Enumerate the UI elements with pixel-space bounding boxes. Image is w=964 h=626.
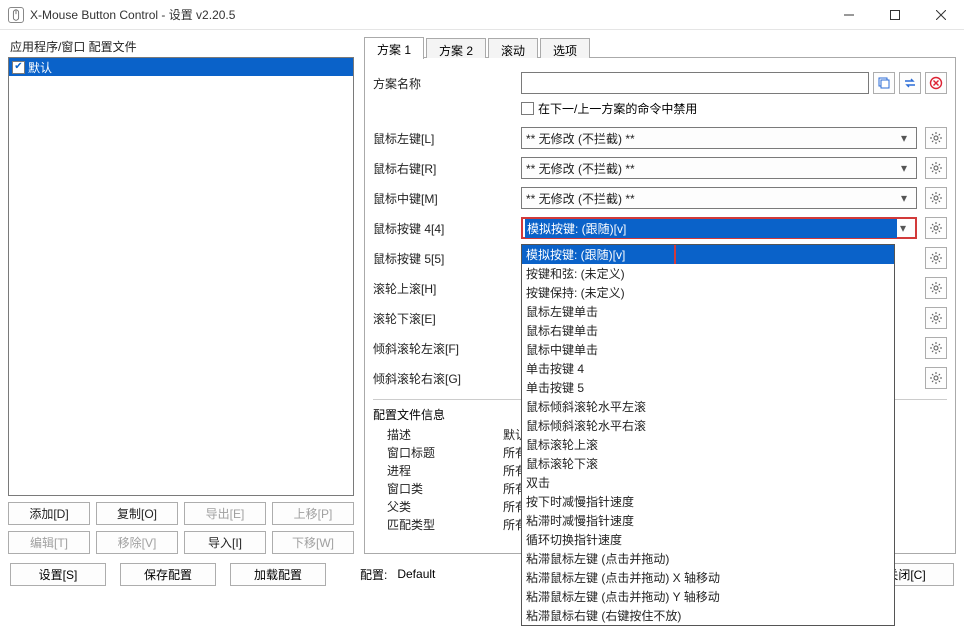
tab-body: 方案名称 在下一/上一方案的命令中禁用 鼠标左键[L] ** 无修改 (不拦截)… [364,58,956,554]
dropdown-option[interactable]: 单击按键 5 [522,378,894,397]
chevron-down-icon: ▾ [895,221,911,235]
dropdown-option[interactable]: 粘滞鼠标左键 (点击并拖动) [522,549,894,568]
close-button[interactable] [918,0,964,30]
tab-options[interactable]: 选项 [540,38,590,58]
dropdown-option[interactable]: 鼠标倾斜滚轮水平左滚 [522,397,894,416]
row-left: 鼠标左键[L] ** 无修改 (不拦截) **▾ [373,123,947,153]
tiltright-label: 倾斜滚轮右滚[G] [373,370,521,387]
left-label: 鼠标左键[L] [373,130,521,147]
app-icon [8,7,24,23]
disable-label: 在下一/上一方案的命令中禁用 [538,100,697,117]
config-value: Default [397,567,507,581]
row-middle: 鼠标中键[M] ** 无修改 (不拦截) **▾ [373,183,947,213]
dropdown-option[interactable]: 双击 [522,473,894,492]
edit-button[interactable]: 编辑[T] [8,531,90,554]
dropdown-option[interactable]: 循环切换指针速度 [522,530,894,549]
tiltleft-label: 倾斜滚轮左滚[F] [373,340,521,357]
main-area: 应用程序/窗口 配置文件 ✔ 默认 添加[D] 复制[O] 导出[E] 上移[P… [0,30,964,554]
btn4-dropdown-list[interactable]: 模拟按键: (跟随)[v] 按键和弦: (未定义) 按键保持: (未定义) 鼠标… [521,244,895,626]
copy-button[interactable]: 复制[O] [96,502,178,525]
profile-buttons: 添加[D] 复制[O] 导出[E] 上移[P] 编辑[T] 移除[V] 导入[I… [8,502,354,554]
dropdown-option[interactable]: 鼠标滚轮上滚 [522,435,894,454]
right-gear[interactable] [925,157,947,179]
tab-layer1[interactable]: 方案 1 [364,37,424,59]
config-label: 配置: [360,566,387,583]
dropdown-option[interactable]: 粘滞鼠标左键 (点击并拖动) Y 轴移动 [522,587,894,606]
dropdown-option[interactable]: 鼠标滚轮下滚 [522,454,894,473]
add-button[interactable]: 添加[D] [8,502,90,525]
dropdown-option[interactable]: 鼠标倾斜滚轮水平右滚 [522,416,894,435]
right-label: 鼠标右键[R] [373,160,521,177]
import-button[interactable]: 导入[I] [184,531,266,554]
chevron-down-icon: ▾ [896,161,912,175]
window-title: X-Mouse Button Control - 设置 v2.20.5 [30,6,826,23]
clear-button[interactable] [925,72,947,94]
left-panel: 应用程序/窗口 配置文件 ✔ 默认 添加[D] 复制[O] 导出[E] 上移[P… [8,36,354,554]
move-up-button[interactable]: 上移[P] [272,502,354,525]
disable-checkbox[interactable] [521,102,534,115]
dropdown-option[interactable]: 按下时减慢指针速度 [522,492,894,511]
profile-label: 默认 [28,59,52,76]
disable-checkbox-row: 在下一/上一方案的命令中禁用 [521,100,947,117]
dropdown-option[interactable]: 模拟按键: (跟随)[v] [522,245,894,264]
middle-dropdown[interactable]: ** 无修改 (不拦截) **▾ [521,187,917,209]
profile-item-default[interactable]: ✔ 默认 [9,58,353,76]
wheeldown-gear[interactable] [925,307,947,329]
left-gear[interactable] [925,127,947,149]
dropdown-option[interactable]: 鼠标中键单击 [522,340,894,359]
btn5-gear[interactable] [925,247,947,269]
dropdown-option[interactable]: 粘滞时减慢指针速度 [522,511,894,530]
remove-button[interactable]: 移除[V] [96,531,178,554]
wheelup-label: 滚轮上滚[H] [373,280,521,297]
row-name: 方案名称 [373,68,947,98]
dropdown-option[interactable]: 鼠标右键单击 [522,321,894,340]
btn4-dropdown[interactable]: 模拟按键: (跟随)[v]▾ [521,217,917,239]
profile-list[interactable]: ✔ 默认 [8,57,354,496]
tab-layer2[interactable]: 方案 2 [426,38,486,58]
maximize-button[interactable] [872,0,918,30]
profile-checkbox[interactable]: ✔ [12,61,25,74]
row-right: 鼠标右键[R] ** 无修改 (不拦截) **▾ [373,153,947,183]
load-config-button[interactable]: 加载配置 [230,563,326,586]
dropdown-option[interactable]: 粘滞鼠标右键 (右键按住不放) [522,606,894,625]
tiltleft-gear[interactable] [925,337,947,359]
titlebar: X-Mouse Button Control - 设置 v2.20.5 [0,0,964,30]
save-config-button[interactable]: 保存配置 [120,563,216,586]
row-btn4: 鼠标按键 4[4] 模拟按键: (跟随)[v]▾ [373,213,947,243]
chevron-down-icon: ▾ [896,191,912,205]
chevron-down-icon: ▾ [896,131,912,145]
dropdown-option[interactable]: 粘滞鼠标左键 (点击并拖动) X 轴移动 [522,568,894,587]
btn4-label: 鼠标按键 4[4] [373,220,521,237]
minimize-button[interactable] [826,0,872,30]
move-down-button[interactable]: 下移[W] [272,531,354,554]
settings-button[interactable]: 设置[S] [10,563,106,586]
tab-scroll[interactable]: 滚动 [488,38,538,58]
name-label: 方案名称 [373,75,521,92]
wheelup-gear[interactable] [925,277,947,299]
profiles-heading: 应用程序/窗口 配置文件 [10,38,354,55]
name-input[interactable] [521,72,869,94]
right-dropdown[interactable]: ** 无修改 (不拦截) **▾ [521,157,917,179]
export-button[interactable]: 导出[E] [184,502,266,525]
dropdown-option[interactable]: 鼠标左键单击 [522,302,894,321]
right-panel: 方案 1 方案 2 滚动 选项 方案名称 在下一/上一方案的命令中禁用 [364,36,956,554]
copy-name-button[interactable] [873,72,895,94]
dropdown-option[interactable]: 按键和弦: (未定义) [522,264,894,283]
left-dropdown[interactable]: ** 无修改 (不拦截) **▾ [521,127,917,149]
swap-button[interactable] [899,72,921,94]
btn5-label: 鼠标按键 5[5] [373,250,521,267]
dropdown-option[interactable]: 按键保持: (未定义) [522,283,894,302]
tiltright-gear[interactable] [925,367,947,389]
btn4-gear[interactable] [925,217,947,239]
middle-label: 鼠标中键[M] [373,190,521,207]
wheeldown-label: 滚轮下滚[E] [373,310,521,327]
tabstrip: 方案 1 方案 2 滚动 选项 [364,36,956,58]
middle-gear[interactable] [925,187,947,209]
dropdown-option[interactable]: 单击按键 4 [522,359,894,378]
